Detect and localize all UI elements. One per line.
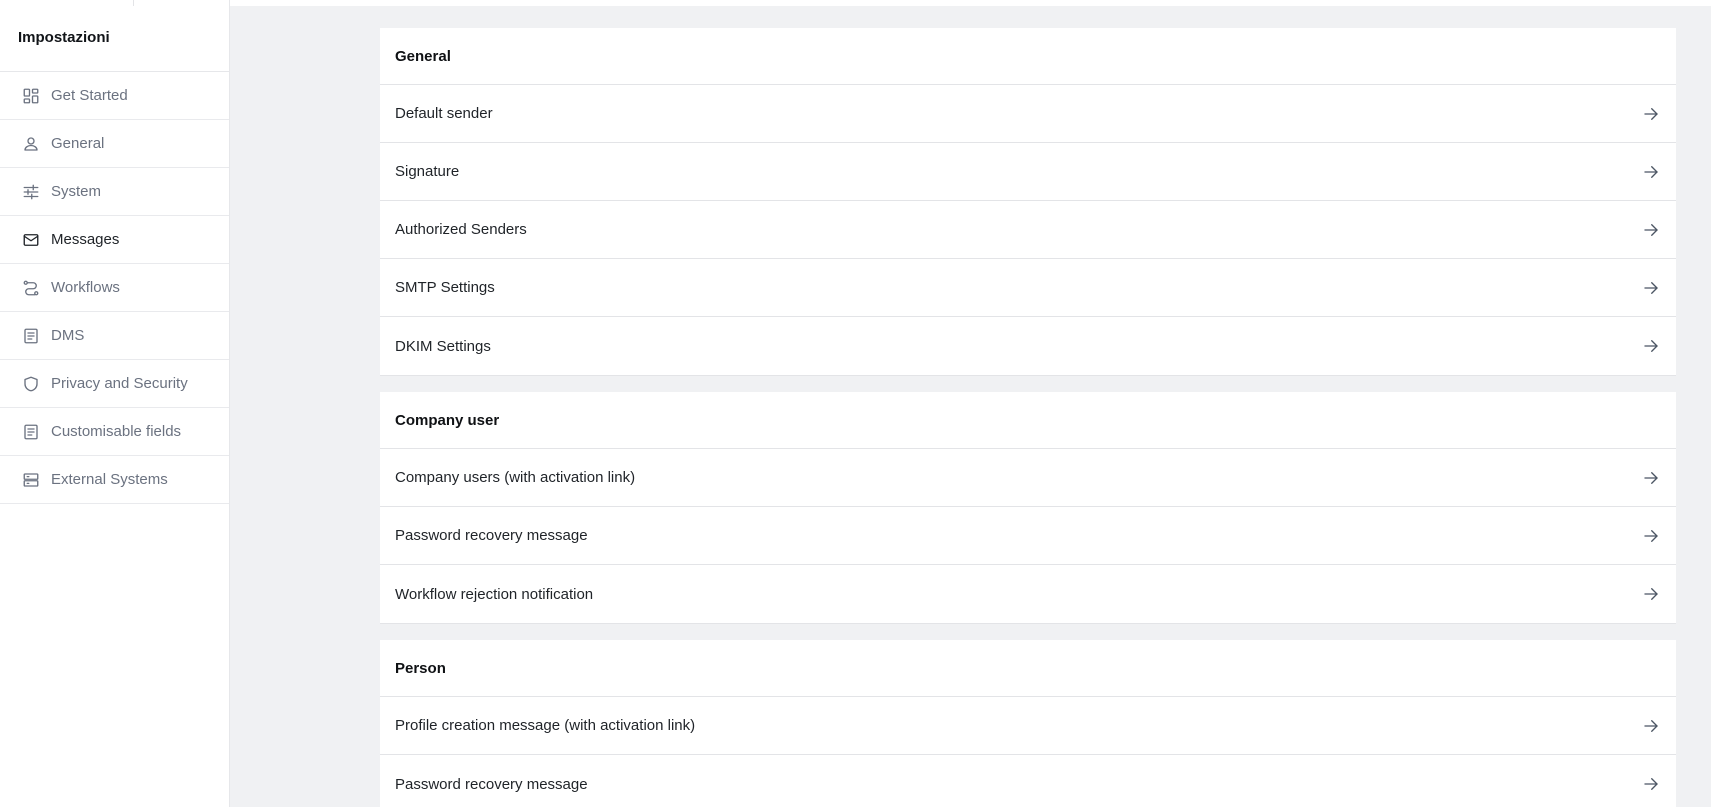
server-icon — [22, 471, 40, 489]
sidebar-item-label: DMS — [51, 327, 85, 344]
sidebar-divider-tick — [133, 0, 134, 6]
arrow-right-icon — [1642, 221, 1660, 239]
settings-row-workflow-rejection-notification[interactable]: Workflow rejection notification — [380, 565, 1676, 623]
section-person: Person Profile creation message (with ac… — [380, 640, 1676, 807]
sidebar-item-label: External Systems — [51, 471, 168, 488]
sidebar-item-external-systems[interactable]: External Systems — [0, 456, 229, 504]
sidebar-item-get-started[interactable]: Get Started — [0, 72, 229, 120]
row-label: Workflow rejection notification — [395, 585, 594, 603]
row-label: Authorized Senders — [395, 221, 527, 238]
settings-row-person-password-recovery[interactable]: Password recovery message — [380, 755, 1676, 807]
sliders-icon — [22, 183, 40, 201]
sidebar-item-messages[interactable]: Messages — [0, 216, 229, 264]
settings-row-signature[interactable]: Signature — [380, 143, 1676, 201]
arrow-right-icon — [1642, 337, 1660, 355]
document-icon — [22, 423, 40, 441]
row-label: Default sender — [395, 105, 493, 122]
mail-icon — [22, 231, 40, 249]
sidebar-item-label: Privacy and Security — [51, 375, 188, 392]
section-general: General Default sender Signature Authori… — [380, 28, 1676, 376]
sidebar-item-workflows[interactable]: Workflows — [0, 264, 229, 312]
settings-row-default-sender[interactable]: Default sender — [380, 85, 1676, 143]
row-label: Signature — [395, 163, 460, 180]
arrow-right-icon — [1642, 279, 1660, 297]
settings-row-dkim-settings[interactable]: DKIM Settings — [380, 317, 1676, 375]
sidebar-item-privacy-and-security[interactable]: Privacy and Security — [0, 360, 229, 408]
settings-row-profile-creation-message[interactable]: Profile creation message (with activatio… — [380, 697, 1676, 755]
sidebar-item-label: Get Started — [51, 87, 128, 104]
arrow-right-icon — [1642, 163, 1660, 181]
arrow-right-icon — [1642, 775, 1660, 793]
sidebar-item-label: System — [51, 183, 102, 200]
section-title: Company user — [380, 392, 1676, 449]
sidebar-item-system[interactable]: System — [0, 168, 229, 216]
sidebar-title: Impostazioni — [0, 0, 229, 72]
sidebar-item-label: Customisable fields — [51, 423, 182, 440]
shield-icon — [22, 375, 40, 393]
top-strip — [230, 0, 1711, 6]
row-label: Profile creation message (with activatio… — [395, 717, 696, 734]
arrow-right-icon — [1642, 469, 1660, 487]
sidebar-item-general[interactable]: General — [0, 120, 229, 168]
sidebar-item-label: Workflows — [51, 279, 120, 296]
arrow-right-icon — [1642, 585, 1660, 603]
arrow-right-icon — [1642, 717, 1660, 735]
settings-row-smtp-settings[interactable]: SMTP Settings — [380, 259, 1676, 317]
row-label: Password recovery message — [395, 527, 588, 544]
route-icon — [22, 279, 40, 297]
row-label: SMTP Settings — [395, 279, 495, 296]
row-label: Company users (with activation link) — [395, 469, 636, 486]
sidebar-item-label: General — [51, 135, 105, 152]
main-content: General Default sender Signature Authori… — [380, 28, 1676, 807]
settings-row-company-users-activation[interactable]: Company users (with activation link) — [380, 449, 1676, 507]
document-icon — [22, 327, 40, 345]
arrow-right-icon — [1642, 527, 1660, 545]
section-title: General — [380, 28, 1676, 85]
sidebar-item-customisable-fields[interactable]: Customisable fields — [0, 408, 229, 456]
row-label: DKIM Settings — [395, 337, 491, 355]
row-label: Password recovery message — [395, 775, 588, 793]
settings-row-company-password-recovery[interactable]: Password recovery message — [380, 507, 1676, 565]
sidebar: Impostazioni Get Started General System … — [0, 0, 230, 807]
user-icon — [22, 135, 40, 153]
settings-app: Impostazioni Get Started General System … — [0, 0, 1711, 807]
sidebar-item-label: Messages — [51, 231, 120, 248]
arrow-right-icon — [1642, 105, 1660, 123]
sidebar-item-dms[interactable]: DMS — [0, 312, 229, 360]
section-company-user: Company user Company users (with activat… — [380, 392, 1676, 624]
section-title: Person — [380, 640, 1676, 697]
dashboard-icon — [22, 87, 40, 105]
settings-row-authorized-senders[interactable]: Authorized Senders — [380, 201, 1676, 259]
